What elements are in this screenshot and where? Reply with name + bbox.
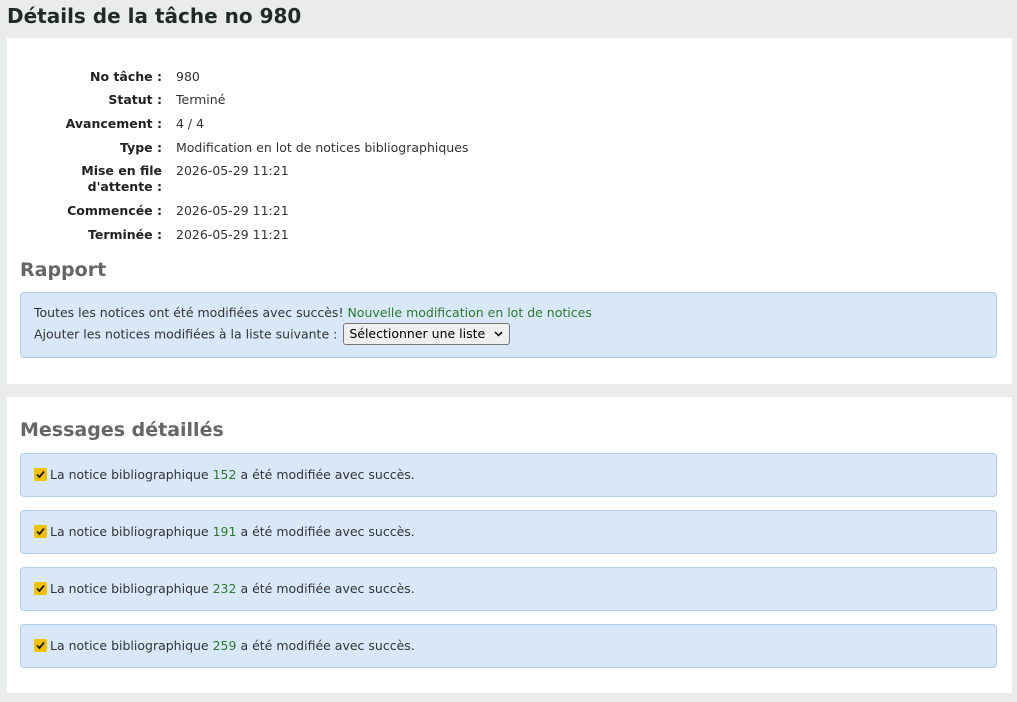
- message-prefix: La notice bibliographique: [50, 638, 209, 653]
- field-value: 2026-05-29 11:21: [176, 227, 289, 242]
- field-value: Modification en lot de notices bibliogra…: [176, 140, 469, 155]
- field-label-line1: Mise en file: [81, 163, 162, 178]
- field-label-line2: d'attente :: [87, 179, 162, 194]
- report-title: Rapport: [20, 259, 107, 281]
- message-suffix: a été modifiée avec succès.: [240, 524, 415, 539]
- message-item: La notice bibliographique 232 a été modi…: [20, 567, 997, 611]
- message-prefix: La notice bibliographique: [50, 524, 209, 539]
- check-square-icon: [34, 582, 47, 595]
- field-label: Type :: [120, 140, 162, 155]
- message-item: La notice bibliographique 152 a été modi…: [20, 453, 997, 497]
- biblio-link[interactable]: 152: [213, 467, 237, 482]
- list-select-value: Sélectionner une liste: [349, 326, 486, 341]
- message-text: La notice bibliographique 232 a été modi…: [34, 581, 415, 597]
- field-label: Statut :: [108, 92, 162, 107]
- message-suffix: a été modifiée avec succès.: [240, 467, 415, 482]
- message-prefix: La notice bibliographique: [50, 581, 209, 596]
- message-suffix: a été modifiée avec succès.: [240, 581, 415, 596]
- add-to-list-line: Ajouter les notices modifiées à la liste…: [34, 323, 511, 346]
- field-value: 980: [176, 69, 200, 84]
- message-text: La notice bibliographique 259 a été modi…: [34, 638, 415, 654]
- biblio-link[interactable]: 259: [213, 638, 237, 653]
- field-value: 2026-05-29 11:21: [176, 203, 289, 218]
- field-value: Terminé: [176, 92, 226, 107]
- report-alert: Toutes les notices ont été modifiées ave…: [20, 292, 997, 358]
- new-batch-mod-link[interactable]: Nouvelle modification en lot de notices: [347, 305, 591, 320]
- report-success-line: Toutes les notices ont été modifiées ave…: [34, 305, 592, 321]
- report-success-text: Toutes les notices ont été modifiées ave…: [34, 305, 344, 320]
- field-label: No tâche :: [90, 69, 162, 84]
- field-label: Terminée :: [87, 227, 162, 242]
- message-text: La notice bibliographique 191 a été modi…: [34, 524, 415, 540]
- list-select[interactable]: Sélectionner une liste: [343, 323, 511, 345]
- check-square-icon: [34, 639, 47, 652]
- message-item: La notice bibliographique 259 a été modi…: [20, 624, 997, 668]
- page-title: Détails de la tâche no 980: [7, 4, 302, 28]
- messages-title: Messages détaillés: [20, 419, 224, 441]
- message-prefix: La notice bibliographique: [50, 467, 209, 482]
- message-text: La notice bibliographique 152 a été modi…: [34, 467, 415, 483]
- check-square-icon: [34, 525, 47, 538]
- field-value: 2026-05-29 11:21: [176, 163, 289, 178]
- message-suffix: a été modifiée avec succès.: [240, 638, 415, 653]
- field-label: Avancement :: [65, 116, 162, 131]
- add-to-list-label: Ajouter les notices modifiées à la liste…: [34, 326, 338, 342]
- check-square-icon: [34, 468, 47, 481]
- message-item: La notice bibliographique 191 a été modi…: [20, 510, 997, 554]
- biblio-link[interactable]: 232: [213, 581, 237, 596]
- messages-panel: Messages détaillés La notice bibliograph…: [7, 397, 1012, 693]
- field-label: Mise en file d'attente :: [7, 163, 162, 195]
- chevron-down-icon: [494, 324, 503, 352]
- field-label: Commencée :: [67, 203, 162, 218]
- biblio-link[interactable]: 191: [213, 524, 237, 539]
- field-value: 4 / 4: [176, 116, 205, 131]
- job-details-panel: No tâche : 980 Statut : Terminé Avanceme…: [7, 38, 1012, 384]
